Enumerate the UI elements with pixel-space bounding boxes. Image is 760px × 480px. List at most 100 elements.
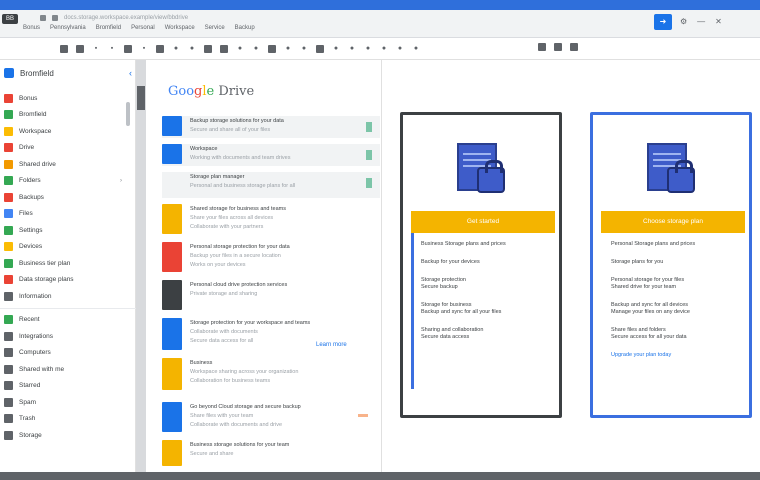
zoom-icon[interactable] [124,44,132,53]
minimize-icon[interactable]: — [697,17,705,26]
link-icon[interactable]: ● [252,45,260,53]
sidebar-item[interactable]: Starred [0,378,136,395]
sidebar-item[interactable]: Files [0,206,136,223]
more-icon[interactable]: ● [412,45,420,53]
sidebar-item[interactable]: Shared with me [0,361,136,378]
file-row[interactable]: Backup storage solutions for your data Se… [162,116,380,138]
bookmark-icon[interactable] [52,15,58,21]
sidebar-item[interactable]: Bromfield [0,107,136,124]
card-banner[interactable]: Choose storage plan [601,211,745,233]
undo-icon[interactable] [60,44,68,53]
folder-icon [4,397,13,407]
sidebar-item[interactable]: Backups [0,189,136,206]
tab-5[interactable]: Service [202,24,228,32]
tab-1[interactable]: Pennsylvania [47,24,89,32]
paint-format-icon[interactable]: ▪ [108,45,116,53]
sidebar-item[interactable]: Recent [0,312,136,329]
file-thumbnail-icon [162,144,182,164]
sidebar-item[interactable]: Information [0,288,136,305]
share-button[interactable]: ➜ [654,14,672,30]
file-row[interactable]: Personal storage protection for your dat… [162,242,380,274]
file-thumbnail-icon [162,280,182,310]
bullet-list-icon[interactable]: ● [348,45,356,53]
highlight-icon[interactable]: ● [236,45,244,53]
card-banner[interactable]: Get started [411,211,555,233]
line-spacing-icon[interactable] [316,44,324,53]
sidebar-item-label: Starred [19,382,41,390]
edit-mode-icon[interactable] [538,43,546,51]
indent-icon[interactable]: ● [380,45,388,53]
sidebar-item[interactable]: Trash [0,411,136,428]
file-row-line: Backup your files in a secure location [190,253,281,259]
card-upgrade-link[interactable]: Upgrade your plan today [611,352,745,359]
close-icon[interactable]: ✕ [715,17,722,26]
image-icon[interactable]: ● [284,45,292,53]
clear-format-icon[interactable]: ● [396,45,404,53]
bold-icon[interactable]: ● [172,45,180,53]
settings-icon[interactable]: ⚙ [680,17,687,26]
sidebar-item[interactable]: Drive [0,140,136,157]
redo-icon[interactable] [76,44,84,53]
text-style-icon[interactable]: ▪ [140,45,148,53]
file-row[interactable]: Storage plan manager Personal and busines… [162,172,380,198]
file-row[interactable]: Workspace Working with documents and team… [162,144,380,166]
sidebar-item-label: Devices [19,243,43,251]
app-logo[interactable]: BB [2,14,18,24]
url-text[interactable]: docs.storage.workspace.example/view/bbdr… [64,15,188,21]
file-row[interactable]: Personal cloud drive protection services… [162,280,380,312]
tab-4[interactable]: Workspace [162,24,198,32]
checklist-icon[interactable]: ● [332,45,340,53]
tab-2[interactable]: Bromfield [93,24,124,32]
file-thumbnail-icon [162,204,182,234]
panel-scrollbar[interactable] [136,60,146,472]
card-feature-line: Backup and sync for all devices [611,302,689,308]
sidebar-item[interactable]: Devices [0,239,136,256]
plan-card-personal[interactable]: Choose storage plan Personal Storage pla… [590,112,752,418]
sidebar-item[interactable]: Computers [0,345,136,362]
underline-icon[interactable] [204,44,212,53]
numbered-list-icon[interactable]: ● [364,45,372,53]
file-row[interactable]: Business storage solutions for your team… [162,440,380,468]
panel-scrollbar-thumb[interactable] [137,86,145,110]
sidebar-item[interactable]: Workspace [0,123,136,140]
sidebar-item-label: Shared with me [19,365,65,373]
share-icon: ➜ [659,17,667,26]
text-color-icon[interactable] [220,44,228,53]
file-row-line: Business storage solutions for your team [190,442,290,448]
sidebar: Bromfield ‹ Bonus Bromfield Workspace Drive… [0,60,136,472]
folder-icon [4,176,13,186]
font-icon[interactable] [156,44,164,53]
file-row[interactable]: Business Workspace sharing across your or… [162,358,380,392]
sidebar-list: Bonus Bromfield Workspace Drive Shared drive… [0,90,136,444]
card-feature-line: Share files and folders [611,327,666,333]
sidebar-item[interactable]: Business tier plan [0,255,136,272]
file-row-line: Collaborate with your partners [190,224,264,230]
file-row[interactable]: Go beyond Cloud storage and secure backu… [162,402,380,434]
sidebar-item[interactable]: Integrations [0,328,136,345]
tab-0[interactable]: Bonus [20,24,43,32]
sidebar-item[interactable]: Data storage plans [0,272,136,289]
align-icon[interactable]: ● [300,45,308,53]
sidebar-item[interactable]: Settings [0,222,136,239]
folder-icon [4,225,13,235]
file-row[interactable]: Storage protection for your workspace an… [162,318,380,352]
collapse-sidebar-icon[interactable]: ‹ [129,68,132,78]
sidebar-item[interactable]: Spam [0,394,136,411]
tab-6[interactable]: Backup [232,24,258,32]
plan-card-business[interactable]: Get started Business Storage plans and p… [400,112,562,418]
expand-icon[interactable] [554,43,562,51]
italic-icon[interactable]: ● [188,45,196,53]
learn-more-link[interactable]: Learn more [316,342,347,348]
sidebar-item[interactable]: Folders › [0,173,136,190]
file-row[interactable]: Shared storage for business and teams Sha… [162,204,380,236]
sidebar-item[interactable]: Storage [0,427,136,444]
chevron-right-icon[interactable]: › [120,178,122,184]
comment-icon[interactable] [268,44,276,53]
print-icon[interactable]: ▪ [92,45,100,53]
sidebar-item[interactable]: Bonus [0,90,136,107]
file-row-line: Storage plan manager [190,174,245,180]
collapse-toolbar-icon[interactable] [570,43,578,51]
sidebar-item[interactable]: Shared drive [0,156,136,173]
tab-3[interactable]: Personal [128,24,158,32]
address-bar[interactable]: docs.storage.workspace.example/view/bbdr… [40,14,460,22]
